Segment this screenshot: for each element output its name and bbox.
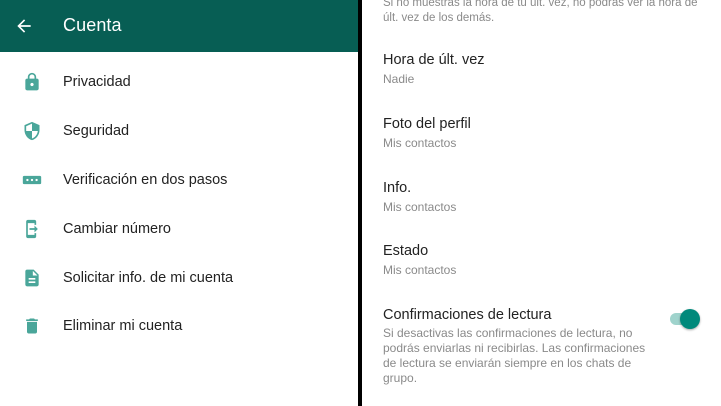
- setting-title: Info.: [383, 180, 412, 196]
- setting-value: Mis contactos: [383, 263, 457, 277]
- read-receipts-toggle[interactable]: [670, 309, 700, 329]
- document-icon: [20, 266, 44, 290]
- page-title: Cuenta: [63, 15, 122, 35]
- menu-item-privacidad[interactable]: Privacidad: [0, 58, 358, 106]
- setting-profile-photo[interactable]: Foto del perfil Mis contactos: [362, 116, 721, 156]
- menu-item-verificacion[interactable]: Verificación en dos pasos: [0, 156, 358, 204]
- setting-read-receipts[interactable]: Confirmaciones de lectura Si desactivas …: [362, 307, 721, 387]
- menu-item-solicitar-info[interactable]: Solicitar info. de mi cuenta: [0, 254, 358, 302]
- setting-value: Mis contactos: [383, 200, 457, 214]
- menu-item-label: Verificación en dos pasos: [63, 172, 228, 188]
- setting-title: Estado: [383, 243, 429, 259]
- setting-last-seen[interactable]: Hora de últ. vez Nadie: [362, 52, 721, 92]
- privacy-panel: Si no muestras la hora de tu últ. vez, n…: [362, 0, 721, 406]
- setting-value: Nadie: [383, 72, 415, 86]
- menu-item-label: Cambiar número: [63, 221, 171, 237]
- lock-icon: [20, 70, 44, 94]
- back-button[interactable]: [12, 14, 36, 38]
- setting-info[interactable]: Info. Mis contactos: [362, 180, 721, 220]
- menu-item-seguridad[interactable]: Seguridad: [0, 107, 358, 155]
- menu-item-label: Seguridad: [63, 123, 130, 139]
- arrow-left-icon: [17, 19, 31, 33]
- last-seen-note: Si no muestras la hora de tu últ. vez, n…: [383, 0, 698, 24]
- shield-icon: [20, 119, 44, 143]
- app-bar: Cuenta: [0, 0, 358, 52]
- setting-value: Mis contactos: [383, 136, 457, 150]
- setting-description: Si desactivas las confirmaciones de lect…: [383, 326, 646, 385]
- password-dots-icon: [20, 168, 44, 192]
- menu-item-cambiar-numero[interactable]: Cambiar número: [0, 205, 358, 253]
- menu-item-label: Privacidad: [63, 74, 131, 90]
- menu-item-label: Eliminar mi cuenta: [63, 318, 183, 334]
- setting-status[interactable]: Estado Mis contactos: [362, 243, 721, 283]
- trash-icon: [20, 314, 44, 338]
- toggle-thumb: [680, 309, 700, 329]
- setting-title: Foto del perfil: [383, 116, 471, 132]
- setting-title: Confirmaciones de lectura: [383, 307, 552, 323]
- account-panel: Cuenta Privacidad Seguridad Verificación: [0, 0, 358, 406]
- setting-title: Hora de últ. vez: [383, 52, 485, 68]
- menu-item-eliminar-cuenta[interactable]: Eliminar mi cuenta: [0, 302, 358, 350]
- menu-item-label: Solicitar info. de mi cuenta: [63, 270, 234, 286]
- phone-change-icon: [20, 217, 44, 241]
